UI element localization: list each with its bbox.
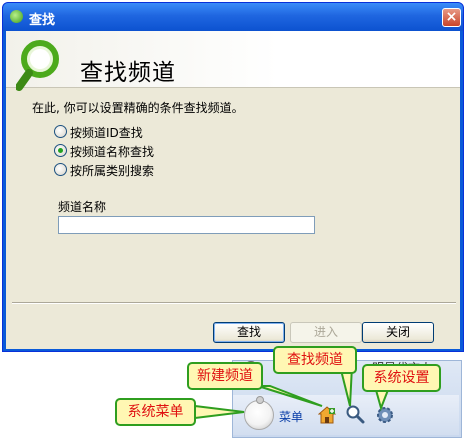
new-channel-icon[interactable] [318,406,336,424]
enter-button[interactable]: 进入 [290,322,362,343]
app-icon [10,10,23,23]
system-menu-icon[interactable] [244,396,274,430]
banner: 查找频道 [6,31,460,91]
close-button[interactable]: 关闭 [362,322,434,343]
callout-new-channel: 新建频道 [187,362,263,390]
description-text: 在此, 你可以设置精确的条件查找频道。 [32,101,244,115]
find-button[interactable]: 查找 [213,322,285,343]
settings-gear-icon[interactable] [376,406,394,424]
menu-label[interactable]: 菜单 [279,408,303,425]
magnifier-icon [16,40,59,91]
radio-button[interactable] [54,125,67,138]
option-label: 按频道ID查找 [70,126,143,140]
title-bar[interactable]: 查找 × [3,3,463,31]
divider [12,302,456,304]
callout-system-menu: 系统菜单 [115,398,196,426]
option-label: 按所属类别搜索 [70,164,155,178]
channel-name-input[interactable] [58,216,315,234]
find-channel-icon[interactable] [345,404,365,424]
find-dialog: 查找 × 查找频道 在此, 你可以设置精确的条件查找频道。 按频道ID查找 按频… [2,2,464,352]
window-title: 查找 [29,13,56,28]
banner-title: 查找频道 [80,60,176,86]
dialog-body: 查找频道 在此, 你可以设置精确的条件查找频道。 按频道ID查找 按频道名称查找… [6,31,460,349]
close-window-button[interactable]: × [442,8,461,27]
radio-selected-dot [58,148,63,153]
callout-system-settings: 系统设置 [362,364,441,392]
option-label: 按频道名称查找 [70,145,155,159]
radio-button[interactable] [54,144,67,157]
radio-button[interactable] [54,163,67,176]
channel-name-label: 频道名称 [58,200,107,214]
callout-find-channel: 查找频道 [273,346,357,374]
